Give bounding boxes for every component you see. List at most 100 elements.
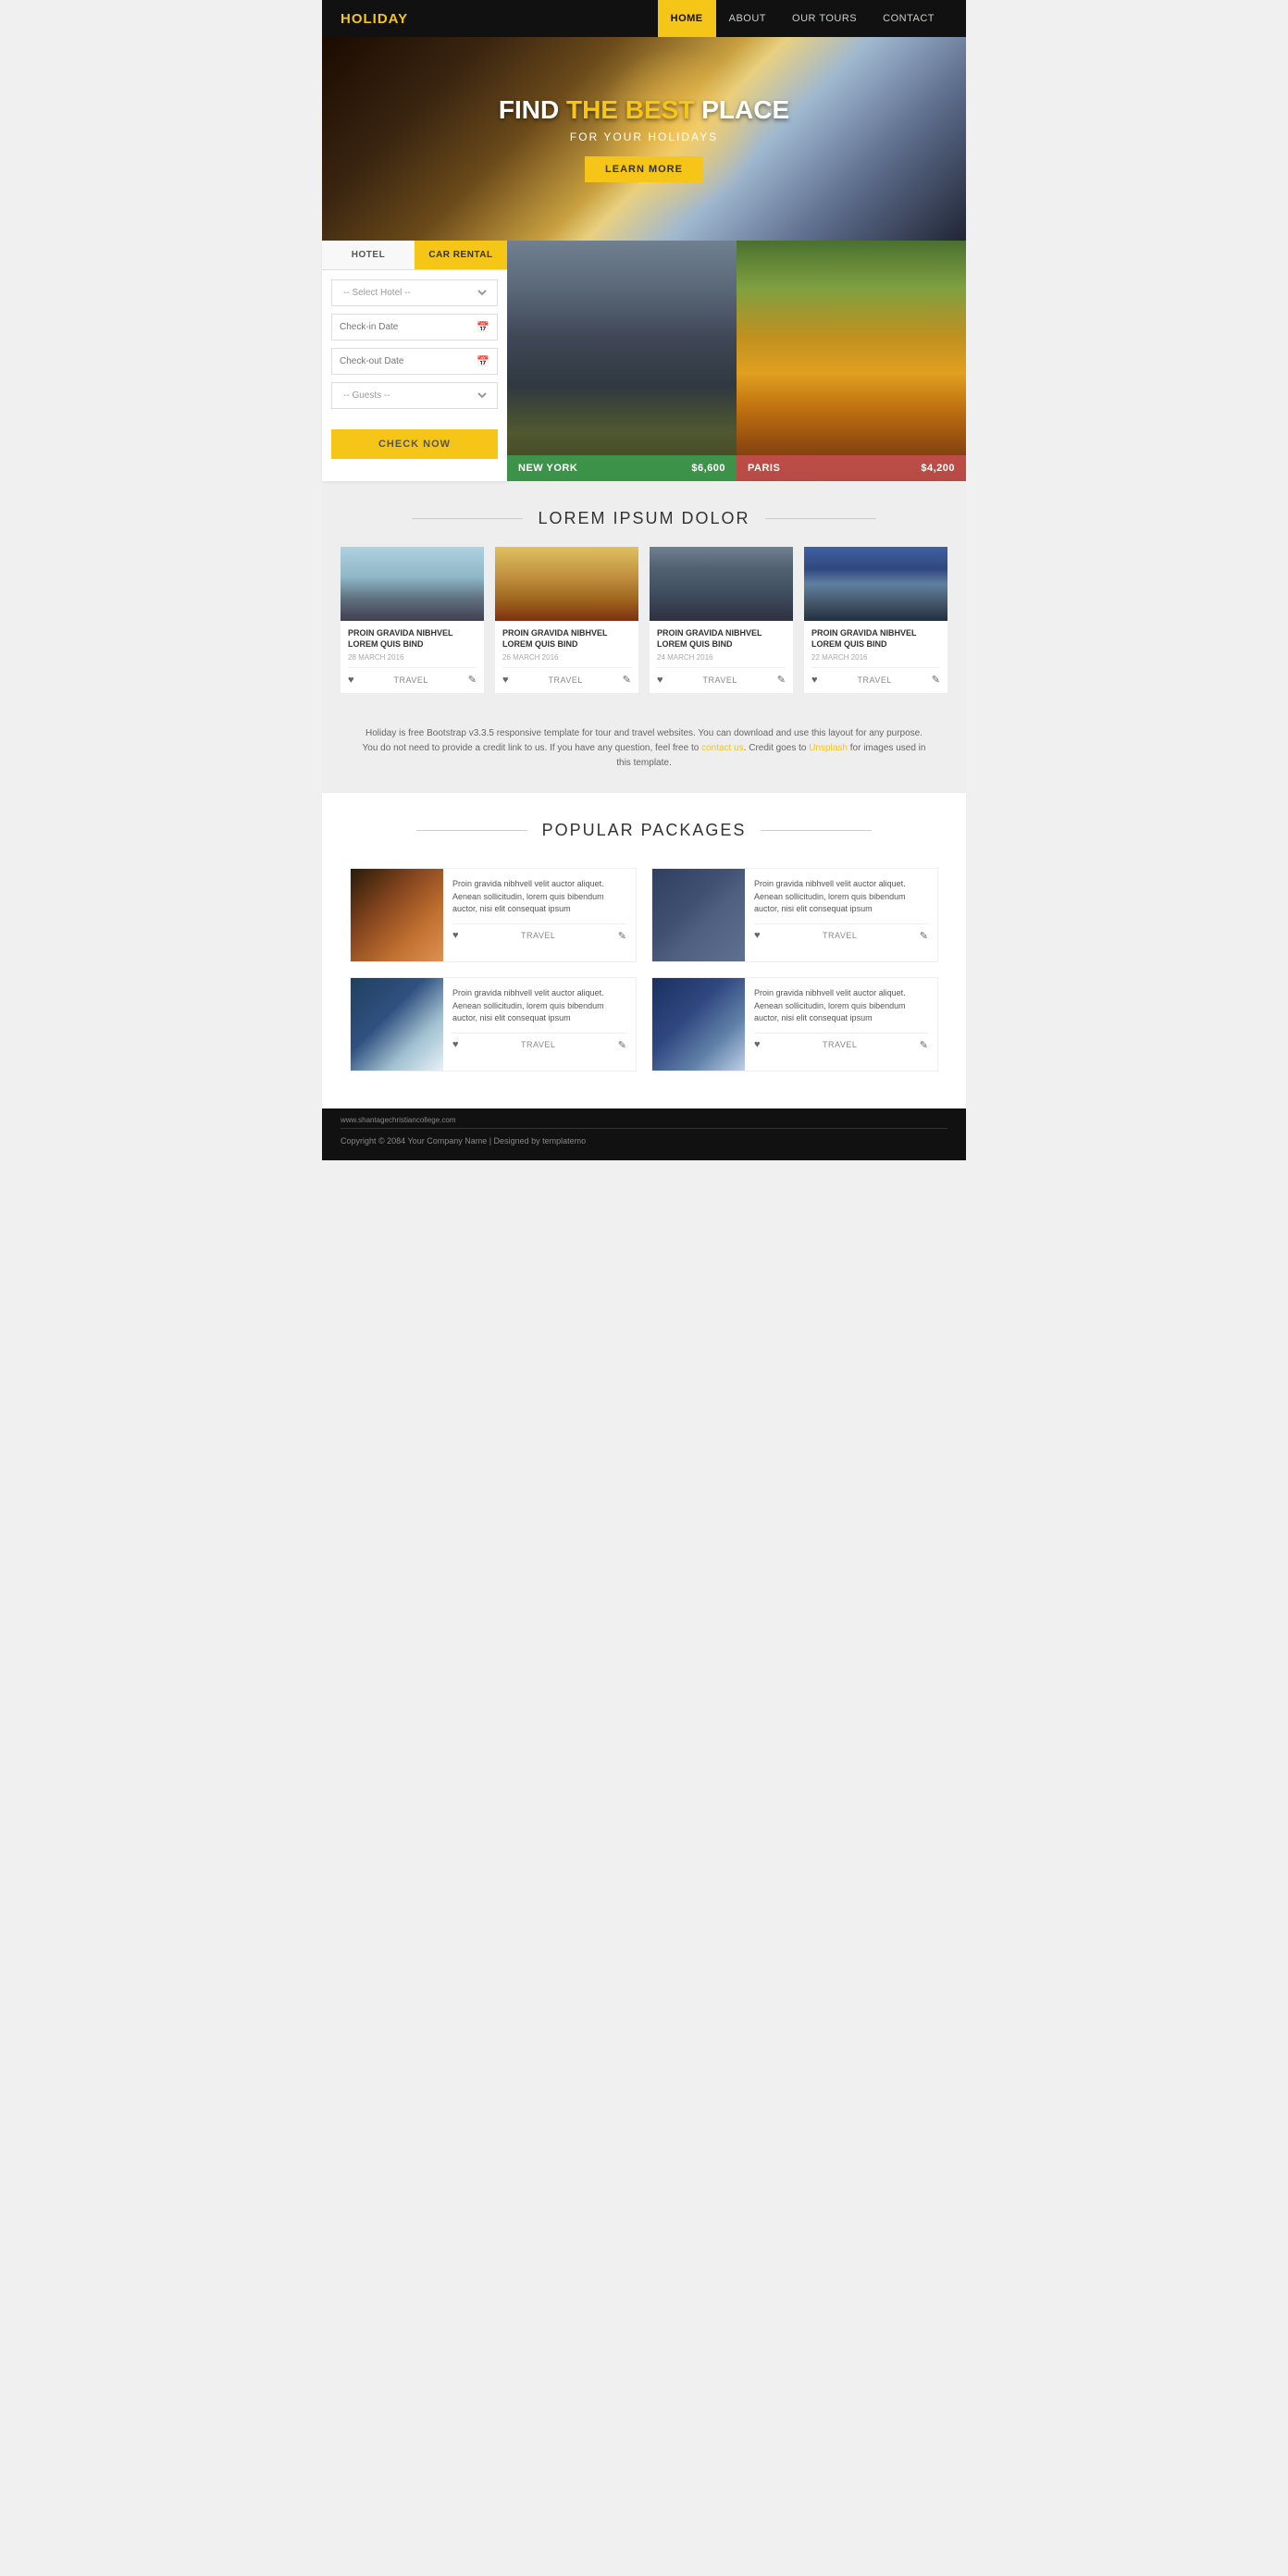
blog-footer-4: ♥ TRAVEL ✎ [811, 667, 940, 686]
logo: HOLIDAY [341, 11, 408, 27]
blog-img-forest [804, 547, 947, 621]
pkg-heart-1[interactable]: ♥ [452, 930, 459, 941]
blog-content-2: PROIN GRAVIDA NIBHVEL LOREM QUIS BIND 26… [495, 621, 638, 693]
booking-panel: HOTEL CAR RENTAL -- Select Hotel -- 📅 📅 … [322, 241, 507, 481]
dest-name-paris: PARIS [748, 463, 780, 474]
blog-date-4: 22 MARCH 2016 [811, 653, 940, 662]
checkin-field[interactable]: 📅 [331, 314, 498, 341]
nav-home[interactable]: HOME [658, 0, 716, 37]
nav-contact[interactable]: CONTACT [870, 0, 947, 37]
guests-select[interactable]: -- Guests -- [340, 390, 489, 402]
checkout-input[interactable] [340, 356, 477, 366]
pkg-tag-2: TRAVEL [823, 931, 857, 940]
checkin-input[interactable] [340, 322, 477, 332]
package-img-1 [351, 869, 443, 961]
blog-tag-1: TRAVEL [393, 675, 427, 685]
nav-links: HOME ABOUT OUR TOURS CONTACT [658, 0, 947, 37]
package-desc-1: Proin gravida nibhvell velit auctor aliq… [452, 878, 626, 916]
booking-section: HOTEL CAR RENTAL -- Select Hotel -- 📅 📅 … [322, 241, 966, 481]
footer-url: www.shantagechristiancollege.com [322, 1116, 966, 1124]
blog-title-3: PROIN GRAVIDA NIBHVEL LOREM QUIS BIND [657, 628, 786, 650]
nav-tours[interactable]: OUR TOURS [779, 0, 870, 37]
dest-paris[interactable]: PARIS $4,200 [737, 241, 966, 481]
pkg-tag-3: TRAVEL [521, 1040, 555, 1049]
edit-icon-4[interactable]: ✎ [932, 674, 940, 686]
package-img-4 [652, 978, 745, 1071]
booking-form: -- Select Hotel -- 📅 📅 -- Guests -- [322, 270, 507, 426]
hero-section: FIND THE BEST PLACE FOR YOUR HOLIDAYS LE… [322, 37, 966, 241]
contact-link[interactable]: contact us [701, 743, 744, 753]
section-line-right [765, 518, 876, 519]
pkg-heart-4[interactable]: ♥ [754, 1039, 761, 1050]
footer-designer[interactable]: templatemo [542, 1136, 586, 1146]
pkg-edit-3[interactable]: ✎ [618, 1039, 626, 1051]
unsplash-link[interactable]: Unsplash [809, 743, 848, 753]
pkg-heart-2[interactable]: ♥ [754, 930, 761, 941]
package-footer-4: ♥ TRAVEL ✎ [754, 1033, 928, 1051]
blog-card-2: PROIN GRAVIDA NIBHVEL LOREM QUIS BIND 26… [495, 547, 638, 693]
pkg-heart-3[interactable]: ♥ [452, 1039, 459, 1050]
blog-title-2: PROIN GRAVIDA NIBHVEL LOREM QUIS BIND [502, 628, 631, 650]
pkg-edit-4[interactable]: ✎ [920, 1039, 928, 1051]
blog-grid: PROIN GRAVIDA NIBHVEL LOREM QUIS BIND 28… [322, 547, 966, 712]
blog-card-3: PROIN GRAVIDA NIBHVEL LOREM QUIS BIND 24… [650, 547, 793, 693]
blog-img-pier [341, 547, 484, 621]
section2-line-right [761, 830, 872, 831]
blog-footer-1: ♥ TRAVEL ✎ [348, 667, 477, 686]
section1-title: LOREM IPSUM DOLOR [538, 509, 749, 528]
guests-field[interactable]: -- Guests -- [331, 382, 498, 409]
pkg-edit-2[interactable]: ✎ [920, 930, 928, 942]
tab-car-rental[interactable]: CAR RENTAL [415, 241, 507, 269]
check-now-button[interactable]: CHECK NOW [331, 429, 498, 459]
hotel-select[interactable]: -- Select Hotel -- [340, 287, 489, 299]
footer-copyright: Copyright © 2084 Your Company Name | Des… [341, 1136, 586, 1146]
heart-icon-4[interactable]: ♥ [811, 675, 818, 686]
blog-card-1: PROIN GRAVIDA NIBHVEL LOREM QUIS BIND 28… [341, 547, 484, 693]
package-img-2 [652, 869, 745, 961]
nav-about[interactable]: ABOUT [716, 0, 779, 37]
packages-grid: Proin gravida nibhvell velit auctor aliq… [322, 859, 966, 1081]
package-footer-3: ♥ TRAVEL ✎ [452, 1033, 626, 1051]
section2-header: POPULAR PACKAGES [322, 793, 966, 859]
section2-title: POPULAR PACKAGES [542, 821, 747, 840]
edit-icon-3[interactable]: ✎ [777, 674, 786, 686]
blog-tag-2: TRAVEL [548, 675, 582, 685]
checkout-field[interactable]: 📅 [331, 348, 498, 375]
blog-footer-3: ♥ TRAVEL ✎ [657, 667, 786, 686]
package-desc-2: Proin gravida nibhvell velit auctor aliq… [754, 878, 928, 916]
package-footer-2: ♥ TRAVEL ✎ [754, 923, 928, 942]
heart-icon-1[interactable]: ♥ [348, 675, 354, 686]
package-desc-4: Proin gravida nibhvell velit auctor aliq… [754, 987, 928, 1025]
blog-content-3: PROIN GRAVIDA NIBHVEL LOREM QUIS BIND 24… [650, 621, 793, 693]
pkg-edit-1[interactable]: ✎ [618, 930, 626, 942]
package-info-3: Proin gravida nibhvell velit auctor aliq… [443, 978, 636, 1071]
blog-tag-3: TRAVEL [702, 675, 737, 685]
info-text: Holiday is free Bootstrap v3.3.5 respons… [322, 712, 966, 793]
blog-content-4: PROIN GRAVIDA NIBHVEL LOREM QUIS BIND 22… [804, 621, 947, 693]
hero-highlight: THE BEST [566, 95, 694, 124]
pkg-tag-1: TRAVEL [521, 931, 555, 940]
footer: www.shantagechristiancollege.com Copyrig… [322, 1108, 966, 1160]
dest-price-ny: $6,600 [691, 463, 725, 474]
heart-icon-2[interactable]: ♥ [502, 675, 509, 686]
blog-title-4: PROIN GRAVIDA NIBHVEL LOREM QUIS BIND [811, 628, 940, 650]
tab-hotel[interactable]: HOTEL [322, 241, 415, 269]
blog-content-1: PROIN GRAVIDA NIBHVEL LOREM QUIS BIND 28… [341, 621, 484, 693]
hotel-select-field[interactable]: -- Select Hotel -- [331, 279, 498, 306]
heart-icon-3[interactable]: ♥ [657, 675, 663, 686]
navbar: HOLIDAY HOME ABOUT OUR TOURS CONTACT [322, 0, 966, 37]
footer-bottom: Copyright © 2084 Your Company Name | Des… [322, 1129, 966, 1153]
booking-tabs: HOTEL CAR RENTAL [322, 241, 507, 270]
dest-price-paris: $4,200 [921, 463, 955, 474]
blog-tag-4: TRAVEL [857, 675, 891, 685]
learn-more-button[interactable]: LEARN MORE [585, 156, 703, 182]
dest-new-york[interactable]: NEW YORK $6,600 [507, 241, 737, 481]
blog-date-2: 26 MARCH 2016 [502, 653, 631, 662]
edit-icon-2[interactable]: ✎ [623, 674, 631, 686]
calendar-icon: 📅 [477, 321, 489, 333]
blog-title-1: PROIN GRAVIDA NIBHVEL LOREM QUIS BIND [348, 628, 477, 650]
package-card-2: Proin gravida nibhvell velit auctor aliq… [651, 868, 938, 962]
hero-subtitle: FOR YOUR HOLIDAYS [570, 130, 718, 143]
package-info-4: Proin gravida nibhvell velit auctor aliq… [745, 978, 937, 1071]
edit-icon-1[interactable]: ✎ [468, 674, 477, 686]
